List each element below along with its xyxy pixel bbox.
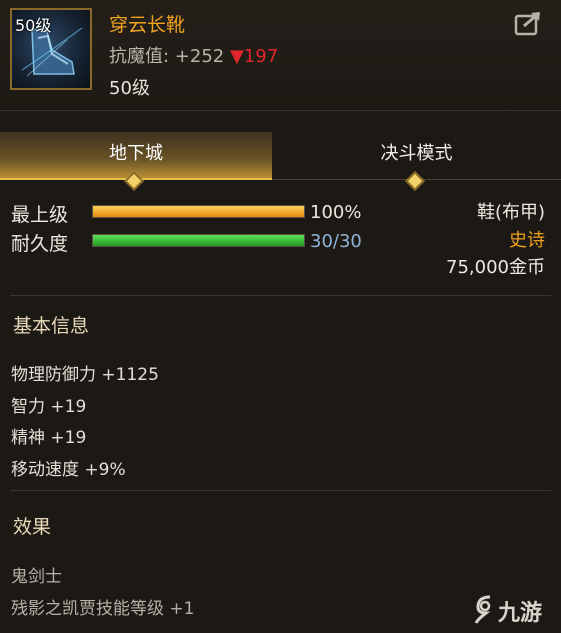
- header-divider: [0, 110, 561, 111]
- effect-description: 残影之凯贾技能等级 +1: [11, 599, 195, 619]
- stat-line: 智力 +19: [11, 397, 87, 417]
- share-icon: [514, 12, 540, 36]
- level-bar-fill: [93, 206, 304, 217]
- share-button[interactable]: [514, 10, 544, 36]
- item-level-text: 50级: [109, 78, 150, 99]
- watermark-icon: [474, 595, 491, 624]
- item-level-badge: 50级: [15, 16, 52, 35]
- stat-line: 精神 +19: [11, 428, 87, 448]
- item-icon: 50级: [10, 8, 92, 90]
- durability-value: 30/30: [310, 231, 362, 252]
- resist-value: 抗魔值: +252 ▼197: [109, 42, 278, 68]
- stat-line: 物理防御力 +1125: [11, 365, 159, 385]
- effect-class: 鬼剑士: [11, 567, 62, 587]
- level-label: 最上级: [11, 204, 69, 226]
- watermark-logo: 九游: [472, 593, 552, 627]
- basic-info-title: 基本信息: [13, 315, 90, 337]
- section-divider: [10, 295, 551, 296]
- mode-tabs: 地下城 决斗模式: [0, 132, 561, 180]
- stat-line: 移动速度 +9%: [11, 460, 126, 480]
- item-price: 75,000金币: [446, 257, 545, 278]
- section-divider: [10, 490, 551, 491]
- item-name: 穿云长靴: [109, 14, 186, 36]
- watermark-text: 九游: [498, 601, 543, 626]
- resist-label: 抗魔值: +252: [109, 46, 225, 67]
- item-rarity: 史诗: [509, 230, 545, 251]
- durability-bar-fill: [93, 235, 304, 246]
- item-type: 鞋(布甲): [476, 202, 545, 223]
- level-bar: [92, 205, 305, 218]
- durability-label: 耐久度: [11, 233, 69, 255]
- level-value: 100%: [310, 202, 362, 223]
- resist-diff: ▼197: [229, 46, 279, 67]
- durability-bar: [92, 234, 305, 247]
- effects-title: 效果: [13, 516, 52, 538]
